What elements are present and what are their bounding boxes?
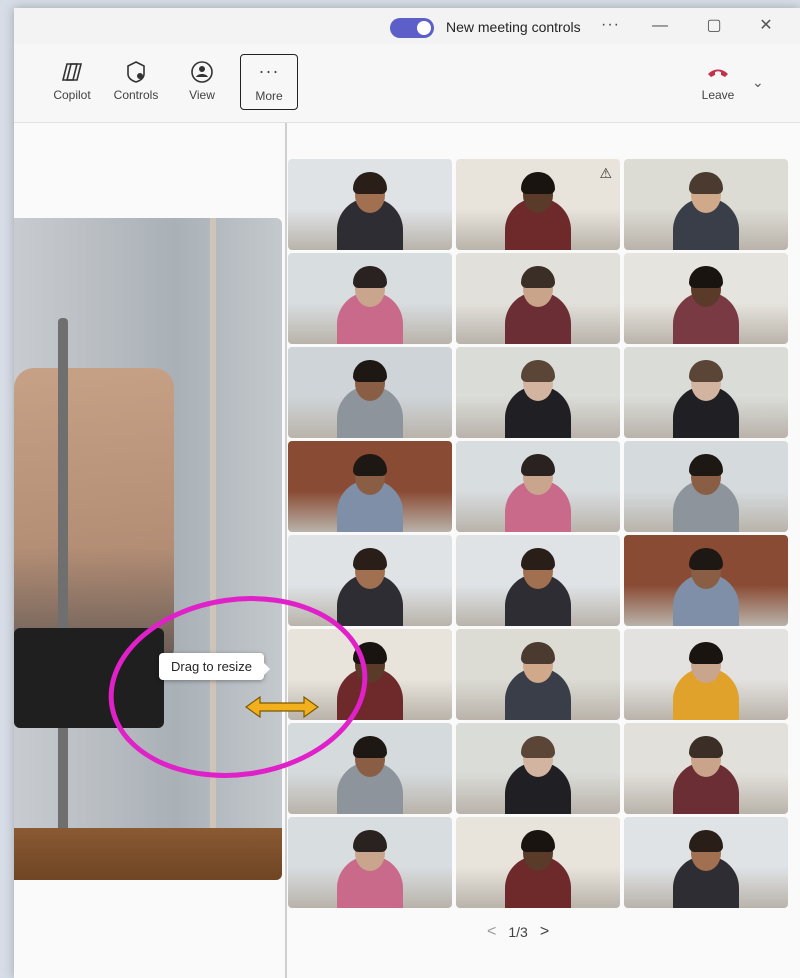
next-page-button[interactable]: > [540, 923, 549, 941]
network-warning-icon: ⚠ [599, 165, 612, 181]
view-icon [174, 58, 230, 86]
participant-video-tile[interactable] [288, 817, 452, 908]
minimize-button[interactable]: — [646, 14, 674, 38]
participant-video-tile[interactable] [624, 347, 788, 438]
maximize-button[interactable]: ▢ [700, 14, 728, 38]
close-button[interactable]: ✕ [752, 14, 780, 38]
more-label: More [255, 89, 283, 103]
new-meeting-controls-label: New meeting controls [446, 19, 581, 35]
participant-video-tile[interactable] [456, 347, 620, 438]
controls-label: Controls [113, 88, 159, 102]
more-button[interactable]: ··· More [240, 54, 298, 110]
leave-options-chevron-icon[interactable]: ⌄ [752, 74, 764, 91]
participant-video-tile[interactable] [456, 535, 620, 626]
participant-video-tile[interactable] [288, 441, 452, 532]
participant-video-tile[interactable] [456, 441, 620, 532]
participant-video-tile[interactable] [624, 159, 788, 250]
copilot-label: Copilot [53, 88, 91, 102]
hang-up-icon [690, 58, 746, 86]
new-meeting-controls-toggle[interactable] [390, 18, 434, 38]
leave-label: Leave [701, 88, 735, 102]
leave-button[interactable]: Leave [690, 54, 746, 110]
participant-video-tile[interactable]: ⚠ [456, 159, 620, 250]
resize-arrow-icon[interactable] [244, 695, 320, 719]
copilot-button[interactable]: Copilot [44, 54, 100, 110]
participant-video-tile[interactable] [288, 159, 452, 250]
drag-to-resize-tooltip: Drag to resize [159, 653, 270, 680]
participant-video-tile[interactable] [624, 723, 788, 814]
title-more-button[interactable]: ··· [601, 16, 620, 34]
blurred-door-edge [210, 218, 216, 880]
view-label: View [189, 88, 215, 102]
teams-meeting-window: New meeting controls ··· — ▢ ✕ Copilot C… [14, 8, 800, 978]
meeting-stage: ⚠ < 1/3 > Drag to resize [14, 123, 800, 978]
participant-video-tile[interactable] [456, 629, 620, 720]
participant-video-tile[interactable] [456, 817, 620, 908]
blurred-wood-surface [14, 828, 282, 880]
page-indicator: 1/3 [508, 924, 528, 940]
view-button[interactable]: View [174, 54, 230, 110]
participant-video-tile[interactable] [288, 253, 452, 344]
prev-page-button[interactable]: < [487, 923, 496, 941]
controls-icon [108, 58, 164, 86]
title-bar: New meeting controls ··· — ▢ ✕ [14, 8, 800, 44]
participant-video-tile[interactable] [624, 253, 788, 344]
participant-gallery: ⚠ < 1/3 > [287, 123, 800, 978]
participant-video-grid: ⚠ [288, 159, 788, 912]
participant-video-tile[interactable] [456, 253, 620, 344]
participant-video-tile[interactable] [288, 347, 452, 438]
controls-button[interactable]: Controls [108, 54, 164, 110]
participant-video-tile[interactable] [624, 441, 788, 532]
blurred-coat [14, 368, 174, 668]
content-share-pane [14, 123, 284, 978]
meeting-toolbar: Copilot Controls View ··· More Leave ⌄ [14, 44, 800, 123]
participant-video-tile[interactable] [624, 817, 788, 908]
participant-video-tile[interactable] [624, 535, 788, 626]
shared-video-feed [14, 218, 282, 880]
participant-video-tile[interactable] [624, 629, 788, 720]
blurred-pole [58, 318, 68, 878]
participant-video-tile[interactable] [456, 723, 620, 814]
gallery-pager: < 1/3 > [487, 923, 549, 941]
more-icon: ··· [258, 61, 280, 81]
copilot-icon [44, 58, 100, 86]
